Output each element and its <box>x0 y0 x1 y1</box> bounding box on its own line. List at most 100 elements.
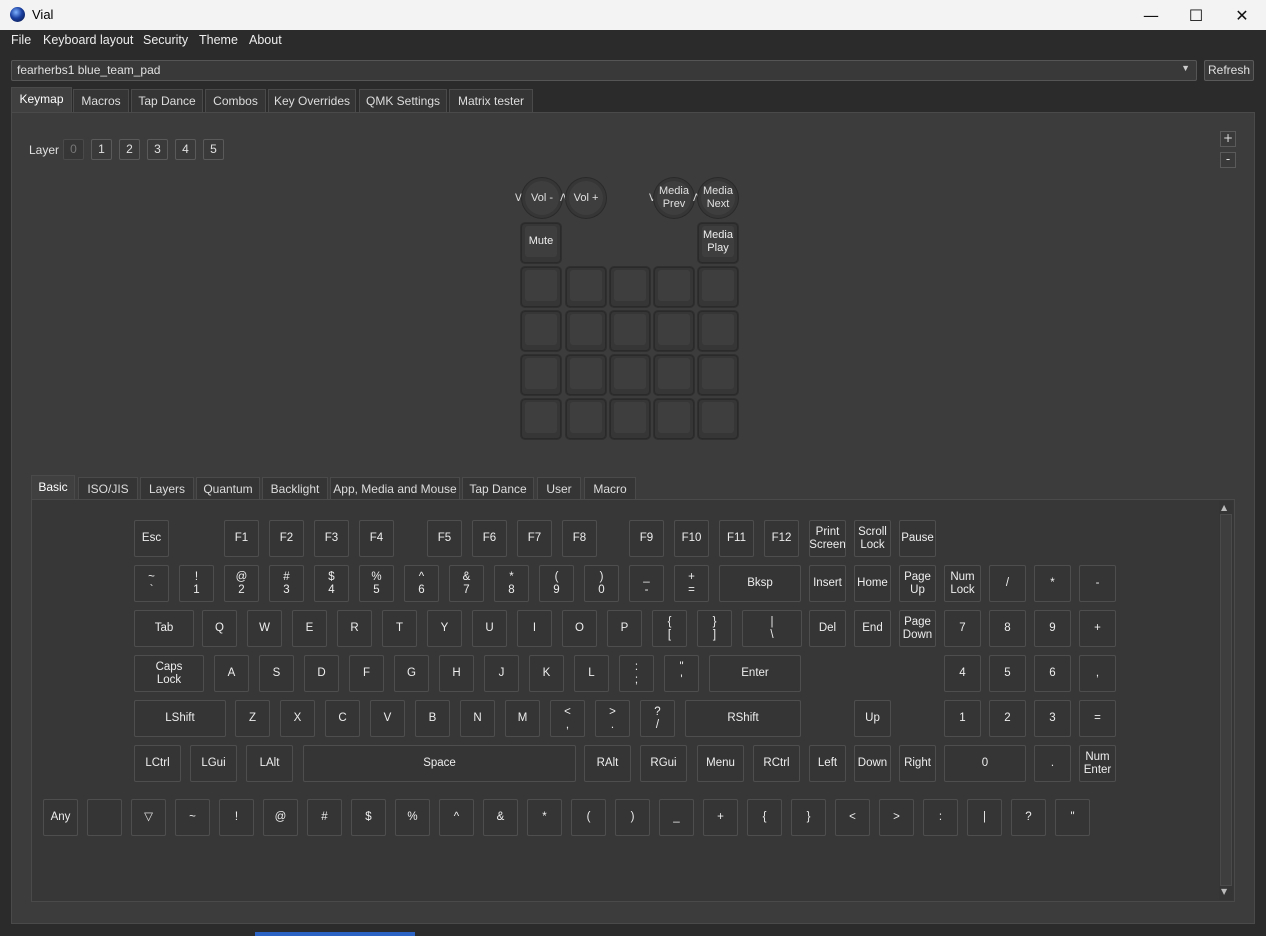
keycode-tab-row[interactable]: E <box>292 610 327 647</box>
knob-2-cw[interactable]: Media Next <box>698 178 738 218</box>
keycode-num-row[interactable]: _ - <box>629 565 664 602</box>
keycode-ctrl-row[interactable]: Left <box>809 745 846 782</box>
keycode-tab-row[interactable]: | \ <box>742 610 802 647</box>
keycode-caps-row[interactable]: Enter <box>709 655 801 692</box>
keycode-tab-row[interactable]: End <box>854 610 891 647</box>
keycode-num-row[interactable]: ^ 6 <box>404 565 439 602</box>
keycode-tab-row[interactable]: 7 <box>944 610 981 647</box>
key-blank[interactable] <box>566 355 606 395</box>
key-blank[interactable] <box>610 311 650 351</box>
keycode-shift-row[interactable]: M <box>505 700 540 737</box>
zoom-in-button[interactable]: + <box>1220 131 1236 147</box>
keycode-num-row[interactable]: $ 4 <box>314 565 349 602</box>
key-blank[interactable] <box>654 355 694 395</box>
keycode-extra-row[interactable]: > <box>879 799 914 836</box>
keycode-caps-row[interactable]: F <box>349 655 384 692</box>
keycode-fn-row[interactable]: F4 <box>359 520 394 557</box>
tab-macros[interactable]: Macros <box>73 89 129 112</box>
keycode-extra-row[interactable] <box>87 799 122 836</box>
kc-tab-quantum[interactable]: Quantum <box>196 477 260 500</box>
keycode-shift-row[interactable]: Up <box>854 700 891 737</box>
key-blank[interactable] <box>566 267 606 307</box>
keycode-extra-row[interactable]: ^ <box>439 799 474 836</box>
key-blank[interactable] <box>610 355 650 395</box>
keycode-num-row[interactable]: Insert <box>809 565 846 602</box>
keycode-tab-row[interactable]: Y <box>427 610 462 647</box>
key-blank[interactable] <box>698 355 738 395</box>
keycode-shift-row[interactable]: = <box>1079 700 1116 737</box>
keycode-fn-row[interactable]: Print Screen <box>809 520 846 557</box>
kc-tab-app-media-mouse[interactable]: App, Media and Mouse <box>330 477 460 500</box>
keycode-num-row[interactable]: * <box>1034 565 1071 602</box>
key-blank[interactable] <box>698 399 738 439</box>
scroll-up-icon[interactable]: ▲ <box>1221 503 1227 512</box>
key-blank[interactable] <box>521 355 561 395</box>
keycode-caps-row[interactable]: " ' <box>664 655 699 692</box>
keycode-tab-row[interactable]: P <box>607 610 642 647</box>
keycode-tab-row[interactable]: O <box>562 610 597 647</box>
keycode-extra-row[interactable]: # <box>307 799 342 836</box>
keycode-ctrl-row[interactable]: LGui <box>190 745 237 782</box>
keycode-tab-row[interactable]: 8 <box>989 610 1026 647</box>
keycode-extra-row[interactable]: } <box>791 799 826 836</box>
keycode-caps-row[interactable]: A <box>214 655 249 692</box>
keycode-tab-row[interactable]: Tab <box>134 610 194 647</box>
keycode-num-row[interactable]: Bksp <box>719 565 801 602</box>
keycode-tab-row[interactable]: T <box>382 610 417 647</box>
keycode-num-row[interactable]: ! 1 <box>179 565 214 602</box>
keycode-num-row[interactable]: & 7 <box>449 565 484 602</box>
keycode-tab-row[interactable]: } ] <box>697 610 732 647</box>
keycode-caps-row[interactable]: L <box>574 655 609 692</box>
keycode-fn-row[interactable]: F8 <box>562 520 597 557</box>
keycode-num-row[interactable]: / <box>989 565 1026 602</box>
menu-file[interactable]: File <box>11 33 31 47</box>
keycode-shift-row[interactable]: RShift <box>685 700 801 737</box>
keycode-fn-row[interactable]: F1 <box>224 520 259 557</box>
keycode-tab-row[interactable]: Page Down <box>899 610 936 647</box>
keycode-fn-row[interactable]: Scroll Lock <box>854 520 891 557</box>
keycode-caps-row[interactable]: 4 <box>944 655 981 692</box>
keycode-tab-row[interactable]: W <box>247 610 282 647</box>
keycode-tab-row[interactable]: Del <box>809 610 846 647</box>
keycode-tab-row[interactable]: R <box>337 610 372 647</box>
key-blank[interactable] <box>566 311 606 351</box>
keycode-caps-row[interactable]: Caps Lock <box>134 655 204 692</box>
layer-4-button[interactable]: 4 <box>175 139 196 160</box>
keycode-fn-row[interactable]: Esc <box>134 520 169 557</box>
keycode-ctrl-row[interactable]: RCtrl <box>753 745 800 782</box>
keycode-ctrl-row[interactable]: Right <box>899 745 936 782</box>
keycode-extra-row[interactable]: Any <box>43 799 78 836</box>
keycode-shift-row[interactable]: B <box>415 700 450 737</box>
keycode-shift-row[interactable]: LShift <box>134 700 226 737</box>
maximize-button[interactable]: ☐ <box>1173 0 1219 30</box>
keycode-extra-row[interactable]: ( <box>571 799 606 836</box>
knob-2-ccw[interactable]: Media Prev <box>654 178 694 218</box>
key-blank[interactable] <box>610 267 650 307</box>
keycode-ctrl-row[interactable]: Down <box>854 745 891 782</box>
tab-tap-dance[interactable]: Tap Dance <box>131 89 203 112</box>
keycode-caps-row[interactable]: S <box>259 655 294 692</box>
keycode-extra-row[interactable]: | <box>967 799 1002 836</box>
keycode-caps-row[interactable]: 5 <box>989 655 1026 692</box>
keycode-fn-row[interactable]: F7 <box>517 520 552 557</box>
key-blank[interactable] <box>566 399 606 439</box>
key-blank[interactable] <box>654 267 694 307</box>
layer-2-button[interactable]: 2 <box>119 139 140 160</box>
keycode-ctrl-row[interactable]: Num Enter <box>1079 745 1116 782</box>
keycode-caps-row[interactable]: 6 <box>1034 655 1071 692</box>
keycode-extra-row[interactable]: & <box>483 799 518 836</box>
keycode-extra-row[interactable]: ) <box>615 799 650 836</box>
keycode-num-row[interactable]: Num Lock <box>944 565 981 602</box>
keycode-ctrl-row[interactable]: 0 <box>944 745 1026 782</box>
keycode-extra-row[interactable]: < <box>835 799 870 836</box>
key-media-play[interactable]: Media Play <box>698 223 738 263</box>
tab-matrix-tester[interactable]: Matrix tester <box>449 89 533 112</box>
keycode-fn-row[interactable]: F3 <box>314 520 349 557</box>
keycode-num-row[interactable]: # 3 <box>269 565 304 602</box>
refresh-button[interactable]: Refresh <box>1204 60 1254 81</box>
key-blank[interactable] <box>521 399 561 439</box>
keycode-ctrl-row[interactable]: Menu <box>697 745 744 782</box>
keycode-extra-row[interactable]: _ <box>659 799 694 836</box>
keycode-fn-row[interactable]: Pause <box>899 520 936 557</box>
keycode-shift-row[interactable]: V <box>370 700 405 737</box>
